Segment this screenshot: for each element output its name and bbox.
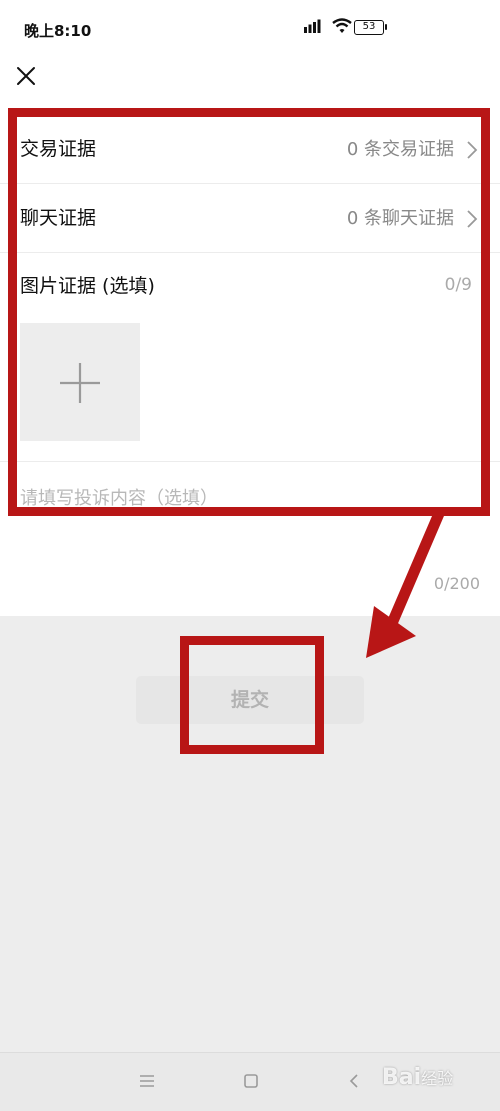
- annotation-arrow-icon: [366, 510, 446, 658]
- top-bar: [0, 56, 500, 104]
- annotation-highlight-submit: [180, 636, 324, 754]
- close-button[interactable]: [12, 62, 40, 90]
- status-bar: 晚上8:10 53: [0, 0, 500, 56]
- annotation-highlight-form: [8, 108, 490, 516]
- battery-level: 53: [362, 21, 376, 32]
- home-icon[interactable]: [243, 1073, 259, 1089]
- menu-icon[interactable]: [138, 1073, 156, 1089]
- signal-icon: [304, 19, 321, 33]
- watermark-suffix: 经验: [421, 1069, 454, 1088]
- watermark-logo: Bai经验: [382, 1060, 494, 1096]
- battery-icon: 53: [354, 20, 384, 35]
- battery-tip: [385, 24, 387, 30]
- close-icon: [17, 67, 35, 85]
- wifi-icon: [332, 18, 352, 33]
- status-icons: [304, 18, 352, 34]
- back-icon[interactable]: [348, 1073, 360, 1089]
- watermark-brand: Bai: [382, 1065, 422, 1090]
- status-time: 晚上8:10: [24, 22, 92, 40]
